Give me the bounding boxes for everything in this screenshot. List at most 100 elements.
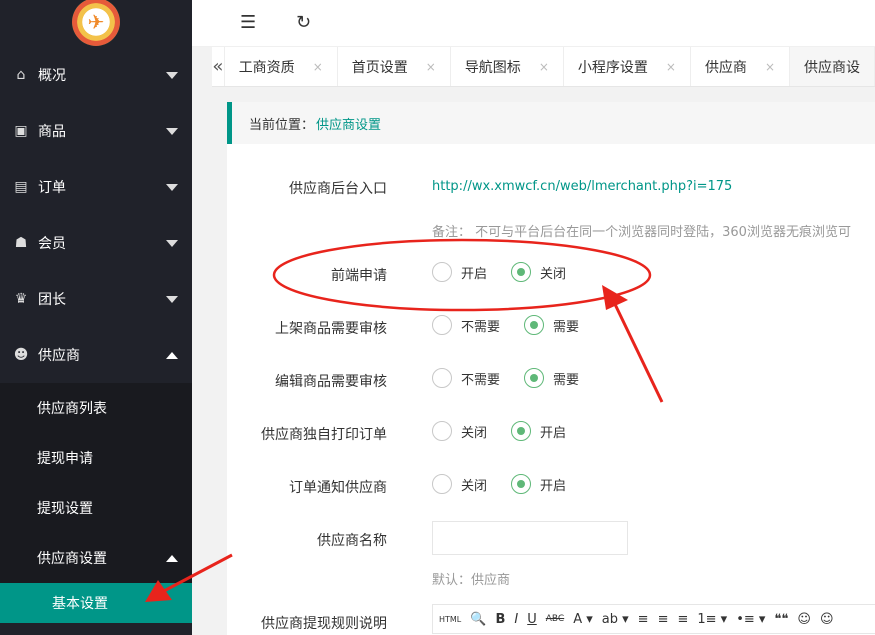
supplier-name-input[interactable]: [432, 521, 628, 555]
supplier-name-label: 供应商名称: [317, 533, 387, 549]
align-center-button[interactable]: ≡: [658, 612, 669, 627]
html-source-button[interactable]: HTML: [439, 615, 461, 624]
sidebar-item-orders[interactable]: ▤ 订单: [0, 159, 192, 215]
entry-label: 供应商后台入口: [289, 181, 387, 197]
crown-icon: ♛: [14, 291, 28, 307]
refresh-icon[interactable]: ↻: [296, 12, 311, 33]
print-option-off[interactable]: 关闭: [432, 421, 487, 441]
listing-review-radios: 不需要 需要: [432, 315, 603, 335]
radio-label: 不需要: [461, 372, 501, 388]
settings-form: 供应商后台入口 http://wx.xmwcf.cn/web/lmerchant…: [227, 144, 875, 635]
logo-icon[interactable]: ✈: [72, 0, 120, 46]
notify-radios: 关闭 开启: [432, 474, 590, 494]
form-row-print: 供应商独自打印订单: [227, 424, 387, 444]
listing-review-label: 上架商品需要审核: [275, 321, 387, 337]
apply-radios: 开启 关闭: [432, 262, 590, 282]
tab-miniprogram-settings[interactable]: 小程序设置 ×: [564, 47, 691, 86]
radio-label: 关闭: [461, 425, 488, 441]
ordered-list-button[interactable]: 1≡ ▾: [697, 612, 727, 627]
breadcrumb: 当前位置： 供应商设置: [227, 102, 875, 144]
close-icon[interactable]: ×: [426, 60, 436, 74]
print-radios: 关闭 开启: [432, 421, 590, 441]
italic-button[interactable]: I: [514, 612, 518, 627]
listing-review-option-no[interactable]: 不需要: [432, 315, 500, 335]
sidebar-subitem-withdraw-apply[interactable]: 提现申请: [0, 433, 192, 483]
radio-label: 需要: [553, 372, 580, 388]
radio-label: 关闭: [461, 478, 488, 494]
notify-label: 订单通知供应商: [289, 480, 387, 496]
align-right-button[interactable]: ≡: [677, 612, 688, 627]
tab-supplier[interactable]: 供应商 ×: [691, 47, 790, 86]
strikethrough-button[interactable]: ABC: [546, 614, 564, 624]
bullet-list-button[interactable]: •≡ ▾: [736, 612, 765, 627]
notify-option-off[interactable]: 关闭: [432, 474, 487, 494]
rich-editor-toolbar: HTML 🔍 B I U ABC A ▾ ab ▾ ≡ ≡ ≡ 1≡ ▾ •≡ …: [432, 604, 875, 634]
top-bar: ☰ ↻: [192, 0, 875, 47]
tab-label: 供应商: [704, 59, 747, 76]
sidebar-item-members[interactable]: ☗ 会员: [0, 215, 192, 271]
chevron-down-icon: [166, 239, 178, 247]
users-icon: ☗: [14, 235, 28, 251]
form-row-apply: 前端申请: [227, 265, 387, 285]
edit-review-label: 编辑商品需要审核: [275, 374, 387, 390]
chevron-up-icon: [166, 351, 178, 359]
file-icon: ▤: [14, 179, 28, 195]
breadcrumb-current: 供应商设置: [316, 117, 382, 133]
quote-button[interactable]: ❝❝: [774, 612, 788, 627]
sidebar-subitem-basic-settings[interactable]: 基本设置: [0, 583, 192, 623]
tab-label: 工商资质: [238, 59, 295, 76]
sidebar-item-supplier[interactable]: ☻ 供应商: [0, 327, 192, 383]
form-row-edit-review: 编辑商品需要审核: [227, 371, 387, 391]
supplier-name-default: 默认：供应商: [432, 573, 511, 588]
sidebar-item-label: 团长: [38, 292, 66, 308]
tab-business-license[interactable]: 工商资质 ×: [225, 47, 338, 86]
radio-circle: [524, 315, 545, 335]
sidebar-subitem-supplier-list[interactable]: 供应商列表: [0, 383, 192, 433]
close-icon[interactable]: ×: [666, 60, 676, 74]
tab-nav-icons[interactable]: 导航图标 ×: [451, 47, 564, 86]
menu-collapse-icon[interactable]: ☰: [240, 12, 256, 33]
apply-option-off[interactable]: 关闭: [511, 262, 566, 282]
emoji-icon[interactable]: ☺: [797, 612, 811, 627]
tabs-scroll-left-button[interactable]: «: [212, 47, 225, 86]
radio-label: 关闭: [540, 266, 567, 282]
sidebar-subitem-withdraw-settings[interactable]: 提现设置: [0, 483, 192, 533]
close-icon[interactable]: ×: [765, 60, 775, 74]
zoom-icon[interactable]: 🔍: [470, 612, 486, 627]
print-label: 供应商独自打印订单: [261, 427, 387, 443]
radio-circle: [432, 315, 452, 335]
font-color-button[interactable]: A ▾: [573, 612, 593, 627]
edit-review-option-yes[interactable]: 需要: [524, 368, 579, 388]
notify-option-on[interactable]: 开启: [511, 474, 566, 494]
align-left-button[interactable]: ≡: [638, 612, 649, 627]
edit-review-option-no[interactable]: 不需要: [432, 368, 500, 388]
chevron-down-icon: [166, 127, 178, 135]
emoji-icon[interactable]: ☺: [820, 612, 834, 627]
sidebar-item-label: 概况: [38, 68, 66, 84]
form-row-rules: 供应商提现规则说明: [227, 613, 387, 633]
entry-url-link[interactable]: http://wx.xmwcf.cn/web/lmerchant.php?i=1…: [432, 179, 732, 194]
sidebar-item-leaders[interactable]: ♛ 团长: [0, 271, 192, 327]
tabs-bar: « 工商资质 × 首页设置 × 导航图标 × 小程序设置 × 供应商 × 供应商…: [212, 47, 875, 87]
listing-review-option-yes[interactable]: 需要: [524, 315, 579, 335]
close-icon[interactable]: ×: [539, 60, 549, 74]
radio-circle: [511, 474, 532, 494]
radio-label: 开启: [540, 478, 567, 494]
entry-url-wrap: http://wx.xmwcf.cn/web/lmerchant.php?i=1…: [432, 179, 732, 194]
bold-button[interactable]: B: [495, 612, 505, 627]
sidebar-item-overview[interactable]: ⌂ 概况: [0, 47, 192, 103]
print-option-on[interactable]: 开启: [511, 421, 566, 441]
tab-supplier-settings[interactable]: 供应商设: [790, 47, 875, 86]
highlight-button[interactable]: ab ▾: [602, 612, 629, 627]
sidebar-subitem-supplier-settings[interactable]: 供应商设置: [0, 533, 192, 583]
sidebar-item-goods[interactable]: ▣ 商品: [0, 103, 192, 159]
apply-label: 前端申请: [331, 268, 387, 284]
underline-button[interactable]: U: [527, 612, 537, 627]
sidebar-item-label: 会员: [38, 236, 66, 252]
tab-home-settings[interactable]: 首页设置 ×: [338, 47, 451, 86]
apply-option-on[interactable]: 开启: [432, 262, 487, 282]
close-icon[interactable]: ×: [313, 60, 323, 74]
sidebar-subitem-label: 提现申请: [37, 451, 93, 467]
radio-circle: [511, 262, 532, 282]
sidebar-item-label: 订单: [38, 180, 66, 196]
